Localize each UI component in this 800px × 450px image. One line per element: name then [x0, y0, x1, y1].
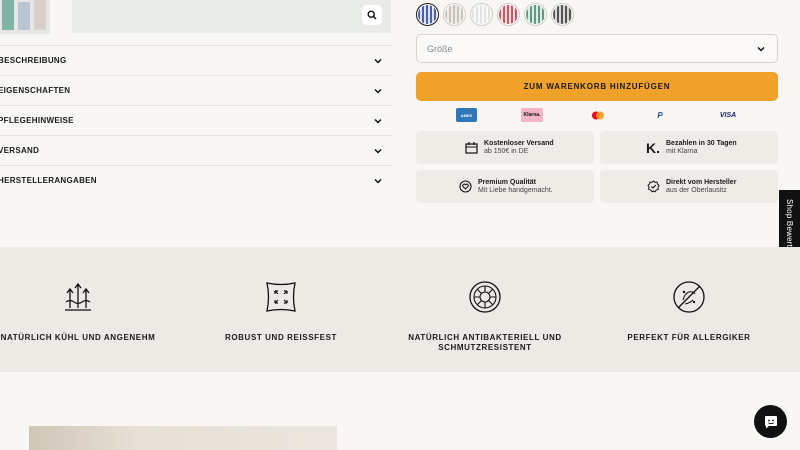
swatch-beige[interactable]	[443, 3, 466, 26]
benefit-label: NATÜRLICH KÜHL UND ANGENEHM	[0, 333, 156, 342]
accordion-label: PFLEGEHINWEISE	[0, 116, 74, 125]
verified-badge-icon	[646, 180, 660, 194]
chat-bubble-icon	[764, 415, 777, 428]
feature-title: Direkt vom Hersteller	[666, 179, 737, 186]
chevron-down-icon	[374, 58, 382, 64]
no-allergen-icon	[673, 281, 705, 313]
feature-klarna: K. Bezahlen in 30 Tagen mit Klarna	[600, 131, 778, 164]
heart-hand-icon	[458, 180, 472, 194]
shipping-icon	[464, 141, 478, 155]
feature-subtitle: ab 150€ in DE	[484, 148, 529, 155]
swatch-red[interactable]	[497, 3, 520, 26]
benefit-label: NATÜRLICH ANTIBAKTERIELL UND SCHMUTZRESI…	[408, 333, 562, 352]
accordion-label: BESCHREIBUNG	[0, 56, 67, 65]
chevron-down-icon	[757, 46, 765, 52]
size-select[interactable]: Größe	[416, 34, 778, 63]
accordion-pflegehinweise[interactable]: PFLEGEHINWEISE	[0, 105, 392, 135]
feature-shipping: Kostenloser Versand ab 150€ in DE	[416, 131, 594, 164]
lifestyle-image	[29, 426, 337, 450]
benefit-cool: NATÜRLICH KÜHL UND ANGENEHM	[0, 247, 178, 372]
chevron-down-icon	[374, 148, 382, 154]
accordion-eigenschaften[interactable]: EIGENSCHAFTEN	[0, 75, 392, 105]
swatch-white[interactable]	[470, 3, 493, 26]
feature-quality: Premium Qualität Mit Liebe handgemacht.	[416, 170, 594, 203]
expand-square-icon	[266, 282, 296, 312]
gallery-thumbnail[interactable]	[0, 0, 50, 34]
benefits-band: NATÜRLICH KÜHL UND ANGENEHM ROBUST UND R…	[0, 247, 800, 372]
feature-manufacturer: Direkt vom Hersteller aus der Oberlausitz	[600, 170, 778, 203]
benefit-label: ROBUST UND REISSFEST	[224, 333, 337, 342]
klarna-logo: Klarna.	[521, 108, 543, 122]
accordion-herstellerangaben[interactable]: HERSTELLERANGABEN	[0, 165, 392, 195]
zoom-button[interactable]	[362, 5, 382, 25]
benefit-robust: ROBUST UND REISSFEST	[181, 247, 381, 372]
product-accordion: BESCHREIBUNG EIGENSCHAFTEN PFLEGEHINWEIS…	[0, 45, 392, 195]
klarna-k-icon: K.	[646, 139, 660, 156]
mastercard-logo	[590, 108, 606, 122]
size-select-placeholder: Größe	[427, 43, 453, 54]
antibacterial-icon	[469, 281, 501, 313]
swatch-green[interactable]	[524, 3, 547, 26]
product-main-image	[72, 0, 391, 33]
add-to-cart-button[interactable]: ZUM WARENKORB HINZUFÜGEN	[416, 72, 778, 101]
feature-subtitle: Mit Liebe handgemacht.	[478, 187, 553, 194]
accordion-label: VERSAND	[0, 146, 40, 155]
swatch-blue[interactable]	[416, 3, 439, 26]
accordion-beschreibung[interactable]: BESCHREIBUNG	[0, 45, 392, 75]
payment-methods: AMEX Klarna. P VISA	[416, 108, 778, 124]
chat-button[interactable]	[754, 405, 787, 438]
accordion-label: EIGENSCHAFTEN	[0, 86, 71, 95]
chevron-down-icon	[374, 118, 382, 124]
color-swatches	[416, 3, 574, 26]
benefit-label: PERFEKT FÜR ALLERGIKER	[627, 333, 751, 342]
swatch-grey[interactable]	[551, 3, 574, 26]
chevron-down-icon	[374, 88, 382, 94]
feature-subtitle: aus der Oberlausitz	[666, 187, 727, 194]
add-to-cart-label: ZUM WARENKORB HINZUFÜGEN	[523, 82, 671, 91]
feature-title: Bezahlen in 30 Tagen	[666, 140, 737, 147]
feature-title: Kostenloser Versand	[484, 140, 554, 147]
feature-title: Premium Qualität	[478, 179, 536, 186]
accordion-label: HERSTELLERANGABEN	[0, 176, 97, 185]
feature-subtitle: mit Klarna	[666, 148, 698, 155]
paypal-logo: P	[657, 110, 663, 120]
cooling-arrows-icon	[65, 282, 91, 311]
benefit-antibacterial: NATÜRLICH ANTIBAKTERIELL UND SCHMUTZRESI…	[385, 247, 585, 372]
amex-logo: AMEX	[456, 108, 477, 122]
accordion-versand[interactable]: VERSAND	[0, 135, 392, 165]
search-icon	[367, 10, 377, 20]
chevron-down-icon	[374, 178, 382, 184]
benefit-allergy: PERFEKT FÜR ALLERGIKER	[589, 247, 789, 372]
visa-logo: VISA	[719, 111, 737, 119]
